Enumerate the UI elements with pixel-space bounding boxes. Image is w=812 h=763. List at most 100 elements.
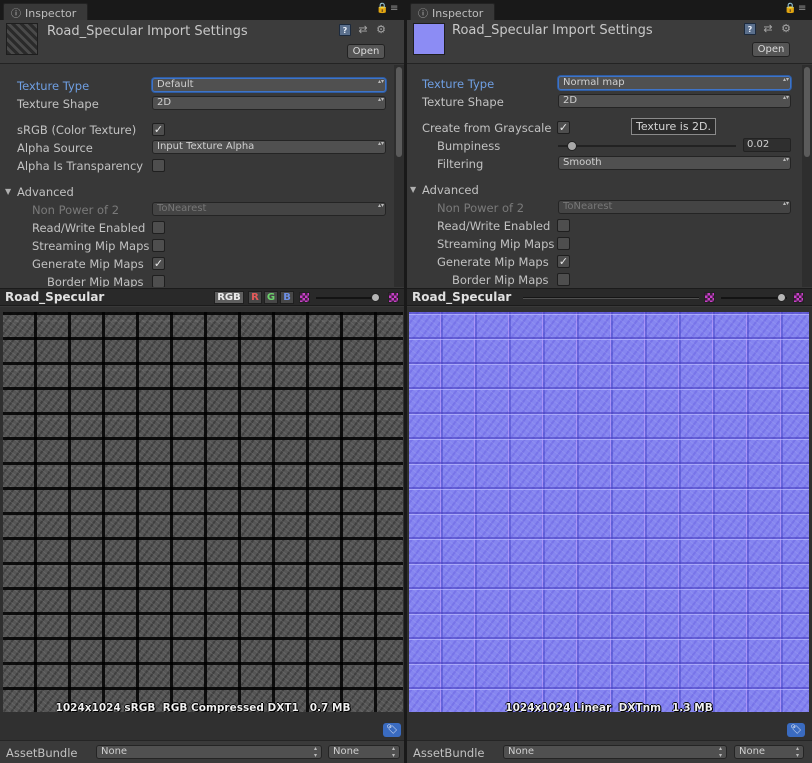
info-icon: ⓘ: [418, 9, 428, 20]
row-texture-type: Texture Type Normal map: [407, 76, 802, 92]
asset-thumbnail: [413, 23, 445, 55]
gear-icon[interactable]: ⚙: [780, 23, 792, 35]
alpha-transparency-checkbox[interactable]: [152, 159, 165, 172]
channel-b-button[interactable]: B: [280, 291, 294, 304]
npot-label: Non Power of 2: [32, 203, 120, 217]
assetbundle-label: AssetBundle: [413, 746, 485, 760]
tab-bar: ⓘ Inspector 🔒 ≡: [0, 0, 404, 20]
normal-map-texture-preview: [409, 312, 809, 712]
texture-type-dropdown[interactable]: Normal map: [558, 76, 791, 90]
tab-inspector[interactable]: ⓘ Inspector: [410, 3, 495, 20]
foldout-arrow-icon[interactable]: ▼: [5, 187, 11, 196]
row-alpha-transparency: Alpha Is Transparency: [0, 158, 394, 174]
assetbundle-dropdown[interactable]: None: [503, 745, 727, 759]
row-advanced[interactable]: ▼ Advanced: [407, 182, 802, 198]
menu-icon[interactable]: ≡: [798, 3, 806, 14]
inspector-header: Road_Specular Import Settings ? ⇄ ⚙ Open: [0, 20, 404, 64]
assetbundle-label: AssetBundle: [6, 746, 78, 760]
readwrite-checkbox[interactable]: [152, 221, 165, 234]
bordermip-checkbox[interactable]: [152, 275, 165, 287]
assetbundle-variant-dropdown[interactable]: None: [734, 745, 804, 759]
texture-preview-area: 1024x1024 Linear DXTnm 1.3 MB 🏷: [407, 307, 812, 740]
menu-icon[interactable]: ≡: [390, 3, 398, 14]
bordermip-checkbox[interactable]: [557, 273, 570, 286]
mip-slider-thumb[interactable]: [777, 293, 786, 302]
assetbundle-variant-dropdown[interactable]: None: [328, 745, 400, 759]
genmip-checkbox[interactable]: ✓: [557, 255, 570, 268]
mip-slider-thumb[interactable]: [371, 293, 380, 302]
streaming-checkbox[interactable]: [557, 237, 570, 250]
texture-type-label: Texture Type: [422, 77, 495, 91]
settings-scrollbar[interactable]: [394, 65, 404, 287]
texture-info-text: 1024x1024 sRGB RGB Compressed DXT1 0.7 M…: [55, 702, 351, 714]
scrollbar-thumb[interactable]: [804, 67, 810, 157]
alpha-checker-icon[interactable]: [299, 292, 310, 303]
row-advanced[interactable]: ▼ Advanced: [0, 184, 394, 200]
lock-icon[interactable]: 🔒: [784, 3, 796, 14]
texture-shape-label: Texture Shape: [17, 97, 99, 111]
readwrite-checkbox[interactable]: [557, 219, 570, 232]
grayscale-checkbox[interactable]: ✓: [557, 121, 570, 134]
preview-toolbar: Road_Specular: [407, 288, 812, 306]
filtering-label: Filtering: [437, 157, 484, 171]
streaming-label: Streaming Mip Maps: [437, 237, 555, 251]
texture-shape-dropdown[interactable]: 2D: [152, 96, 386, 110]
texture-shape-dropdown[interactable]: 2D: [558, 94, 791, 108]
info-icon: ⓘ: [11, 9, 21, 20]
checker-icon[interactable]: [793, 292, 804, 303]
alpha-source-label: Alpha Source: [17, 141, 93, 155]
gear-icon[interactable]: ⚙: [375, 24, 387, 36]
channel-r-button[interactable]: R: [248, 291, 262, 304]
row-genmip: Generate Mip Maps ✓: [407, 254, 802, 270]
assetbundle-dropdown[interactable]: None: [96, 745, 322, 759]
row-npot: Non Power of 2 ToNearest: [0, 202, 394, 218]
texture-shape-label: Texture Shape: [422, 95, 504, 109]
preset-icon[interactable]: ⇄: [762, 23, 774, 35]
row-texture-type: Texture Type Default: [0, 78, 394, 94]
channel-rgb-button[interactable]: RGB: [214, 291, 244, 304]
grayscale-label: Create from Grayscale: [422, 121, 552, 135]
row-streaming: Streaming Mip Maps: [0, 238, 394, 254]
alpha-checker-icon[interactable]: [704, 292, 715, 303]
row-alpha-source: Alpha Source Input Texture Alpha: [0, 140, 394, 156]
bumpiness-field[interactable]: 0.02: [743, 138, 791, 152]
lock-icon[interactable]: 🔒: [376, 3, 388, 14]
help-book-icon[interactable]: ?: [339, 24, 351, 36]
genmip-label: Generate Mip Maps: [32, 257, 144, 271]
row-texture-shape: Texture Shape 2D: [0, 96, 394, 112]
filtering-dropdown[interactable]: Smooth: [558, 156, 791, 170]
row-bumpiness: Bumpiness 0.02: [407, 138, 802, 154]
bumpiness-slider-thumb[interactable]: [567, 141, 578, 151]
tag-icon[interactable]: 🏷: [383, 723, 401, 737]
checker-icon[interactable]: [388, 292, 399, 303]
texture-type-dropdown[interactable]: Default: [152, 78, 386, 92]
help-book-icon[interactable]: ?: [744, 23, 756, 35]
channel-g-button[interactable]: G: [264, 291, 278, 304]
bordermip-label: Border Mip Maps: [452, 273, 549, 287]
open-button[interactable]: Open: [752, 42, 790, 57]
genmip-checkbox[interactable]: ✓: [152, 257, 165, 270]
open-button[interactable]: Open: [347, 44, 385, 59]
advanced-label[interactable]: Advanced: [422, 183, 479, 197]
specular-texture-preview: [3, 312, 403, 712]
foldout-arrow-icon[interactable]: ▼: [410, 185, 416, 194]
alpha-source-dropdown[interactable]: Input Texture Alpha: [152, 140, 386, 154]
npot-label: Non Power of 2: [437, 201, 525, 215]
asset-thumbnail: [6, 23, 38, 55]
settings-scrollbar[interactable]: [802, 65, 812, 287]
inspector-header: Road_Specular Import Settings ? ⇄ ⚙ Open: [407, 20, 812, 64]
inspector-panel-right: ⓘ Inspector 🔒 ≡ Road_Specular Import Sett…: [407, 0, 812, 763]
tag-icon[interactable]: 🏷: [787, 723, 805, 737]
advanced-label[interactable]: Advanced: [17, 185, 74, 199]
header-title: Road_Specular Import Settings: [47, 24, 248, 39]
preview-toolbar: Road_Specular RGB R G B: [0, 288, 404, 306]
streaming-checkbox[interactable]: [152, 239, 165, 252]
tab-inspector[interactable]: ⓘ Inspector: [3, 3, 88, 20]
row-readwrite: Read/Write Enabled: [0, 220, 394, 236]
srgb-checkbox[interactable]: ✓: [152, 123, 165, 136]
scrollbar-thumb[interactable]: [396, 67, 402, 157]
import-settings: Texture Type Default Texture Shape 2D sR…: [0, 65, 394, 287]
preset-icon[interactable]: ⇄: [357, 24, 369, 36]
bumpiness-slider-track[interactable]: [558, 145, 736, 147]
row-texture-shape: Texture Shape 2D: [407, 94, 802, 110]
